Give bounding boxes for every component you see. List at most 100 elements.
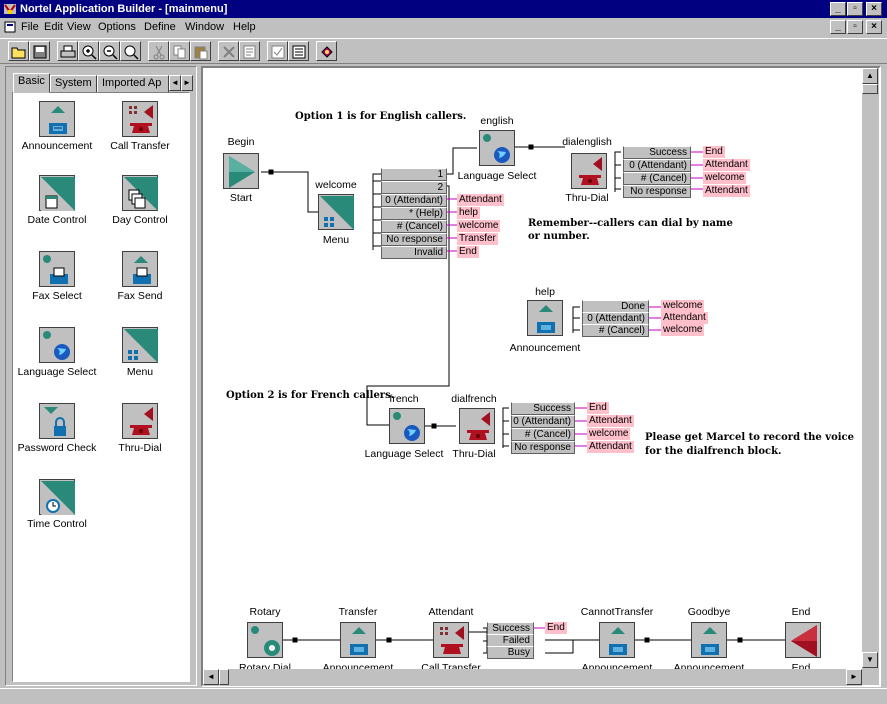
scroll-left-icon[interactable]: ◄ (203, 669, 219, 685)
properties-icon[interactable] (239, 41, 260, 61)
dialfrench-option[interactable]: # (Cancel) (511, 428, 575, 441)
dialfrench-option[interactable]: 0 (Attendant) (511, 415, 575, 428)
tab-basic[interactable]: Basic (13, 73, 50, 93)
welcome-option[interactable]: # (Cancel) (381, 220, 447, 233)
zoom-fit-icon[interactable] (120, 41, 141, 61)
dialfrench-option[interactable]: Success (511, 402, 575, 415)
doc-minimize-button[interactable]: _ (830, 20, 846, 34)
tab-scroll-left-icon[interactable]: ◄ (169, 75, 181, 91)
doc-restore-button[interactable]: ▫ (847, 20, 863, 34)
welcome-option[interactable]: 1 (381, 168, 447, 181)
fax-send-icon (122, 251, 158, 287)
palette-item-call-transfer[interactable]: Call Transfer (99, 101, 181, 152)
palette-item-time-control[interactable]: Time Control (16, 479, 98, 530)
tab-scroll-right-icon[interactable]: ► (181, 75, 193, 91)
welcome-menu-block[interactable] (318, 194, 354, 230)
maximize-button[interactable]: ▫ (847, 2, 863, 16)
delete-icon[interactable] (218, 41, 239, 61)
dialfrench-option[interactable]: No response (511, 441, 575, 454)
note-option1[interactable]: Option 1 is for English callers. (295, 110, 466, 123)
palette-item-language-select[interactable]: Language Select (16, 327, 98, 378)
help-option[interactable]: # (Cancel) (582, 324, 649, 337)
cannottransfer-announcement-block[interactable] (599, 622, 635, 658)
time-control-icon (39, 479, 75, 515)
welcome-option[interactable]: 2 (381, 181, 447, 194)
welcome-option[interactable]: 0 (Attendant) (381, 194, 447, 207)
cut-icon[interactable] (148, 41, 169, 61)
dialenglish-option[interactable]: No response (623, 185, 691, 198)
menu-options[interactable]: Options (98, 21, 136, 34)
tab-imported[interactable]: Imported Ap (97, 75, 169, 93)
flow-canvas[interactable]: Begin Start welcome Menu 120 (Attendant)… (203, 68, 862, 669)
french-language-block[interactable] (389, 408, 425, 444)
verify-icon[interactable] (267, 41, 288, 61)
dialfrench-thru-dial-block[interactable] (459, 408, 495, 444)
palette-item-day-control[interactable]: Day Control (99, 175, 181, 226)
menu-file[interactable]: File (21, 21, 39, 34)
zoom-out-icon[interactable] (99, 41, 120, 61)
close-button[interactable]: × (866, 2, 882, 16)
print-icon[interactable] (57, 41, 78, 61)
dialenglish-thru-dial-block[interactable] (571, 153, 607, 189)
note-marcel[interactable]: Please get Marcel to record the voice (645, 431, 854, 444)
note-remember-2[interactable]: or number. (528, 230, 590, 243)
thru-dial-icon (579, 157, 602, 185)
note-marcel-2[interactable]: for the dialfrench block. (645, 445, 782, 458)
open-icon[interactable] (8, 41, 29, 61)
attendant-call-transfer-block[interactable] (433, 622, 469, 658)
transfer-announcement-block[interactable] (340, 622, 376, 658)
option-target-label: Attendant (703, 185, 750, 197)
scroll-thumb-v[interactable] (862, 84, 878, 94)
help-book-icon[interactable] (316, 41, 337, 61)
dialenglish-option[interactable]: 0 (Attendant) (623, 159, 691, 172)
paste-icon[interactable] (190, 41, 211, 61)
palette-list: Announcement Call Transfer Date Control … (12, 92, 190, 682)
palette-item-announcement[interactable]: Announcement (16, 101, 98, 152)
announcement-icon (537, 305, 555, 333)
save-icon[interactable] (29, 41, 50, 61)
menu-help[interactable]: Help (233, 21, 256, 34)
scroll-down-icon[interactable]: ▼ (862, 652, 878, 668)
menu-view[interactable]: View (67, 21, 91, 34)
vertical-scrollbar[interactable]: ▲ ▼ (862, 68, 879, 669)
start-block[interactable] (223, 153, 259, 189)
note-remember[interactable]: Remember--callers can dial by name (528, 217, 733, 230)
title-bar: Nortel Application Builder - [mainmenu] … (0, 0, 887, 18)
menu-define[interactable]: Define (144, 21, 176, 34)
attendant-option[interactable]: Busy (487, 646, 534, 659)
option-target-label: Attendant (587, 415, 634, 427)
rotary-dial-block[interactable] (247, 622, 283, 658)
palette-item-fax-select[interactable]: Fax Select (16, 251, 98, 302)
palette-item-fax-send[interactable]: Fax Send (99, 251, 181, 302)
menu-window[interactable]: Window (185, 21, 224, 34)
dialenglish-option[interactable]: Success (623, 146, 691, 159)
horizontal-scrollbar[interactable]: ◄ ► (203, 669, 862, 686)
palette-item-menu[interactable]: Menu (99, 327, 181, 378)
dialenglish-option[interactable]: # (Cancel) (623, 172, 691, 185)
menu-edit[interactable]: Edit (44, 21, 63, 34)
palette-item-date-control[interactable]: Date Control (16, 175, 98, 226)
minimize-button[interactable]: _ (830, 2, 846, 16)
welcome-option[interactable]: No response (381, 233, 447, 246)
palette-item-password-check[interactable]: Password Check (16, 403, 98, 454)
language-select-icon (39, 327, 75, 363)
english-language-block[interactable] (479, 130, 515, 166)
list-icon[interactable] (288, 41, 309, 61)
scroll-thumb-h[interactable] (219, 669, 229, 685)
doc-close-button[interactable]: × (866, 20, 882, 34)
scroll-up-icon[interactable]: ▲ (862, 68, 878, 84)
day-control-icon (122, 175, 158, 211)
menu-icon (122, 327, 158, 363)
tab-system[interactable]: System (50, 75, 97, 93)
copy-icon[interactable] (169, 41, 190, 61)
palette-item-thru-dial[interactable]: Thru-Dial (99, 403, 181, 454)
help-announcement-block[interactable] (527, 300, 563, 336)
document-icon[interactable] (4, 21, 16, 33)
zoom-in-icon[interactable] (78, 41, 99, 61)
scroll-right-icon[interactable]: ► (846, 669, 862, 685)
welcome-option[interactable]: * (Help) (381, 207, 447, 220)
note-option2[interactable]: Option 2 is for French callers. (226, 389, 394, 402)
end-block[interactable] (785, 622, 821, 658)
welcome-option[interactable]: Invalid (381, 246, 447, 259)
goodbye-announcement-block[interactable] (691, 622, 727, 658)
